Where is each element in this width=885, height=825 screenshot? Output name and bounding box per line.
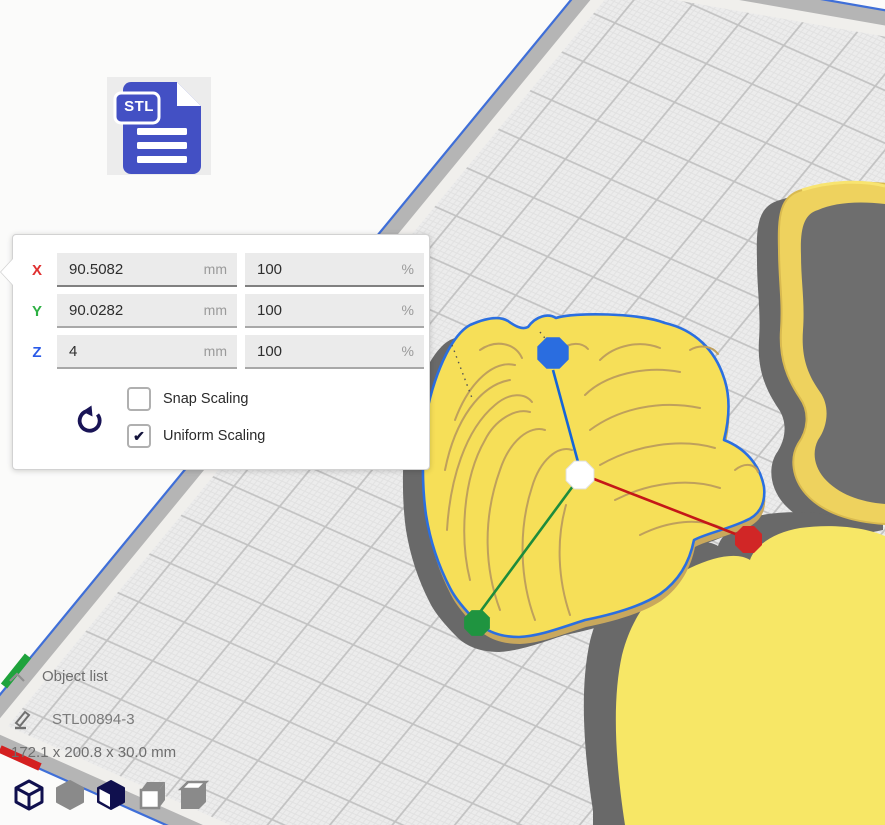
object-dimensions: 172.1 x 200.8 x 30.0 mm — [11, 744, 176, 761]
pencil-icon — [12, 708, 32, 730]
unit-mm-label: mm — [204, 302, 227, 318]
panel-pointer — [1, 259, 13, 285]
unit-percent-label: % — [402, 302, 414, 318]
stl-document-icon — [107, 77, 211, 175]
unit-mm-label: mm — [204, 343, 227, 359]
snap-scaling-label: Snap Scaling — [163, 391, 248, 407]
unit-percent-label: % — [402, 261, 414, 277]
scale-row-y: Y 90.0282 mm 100 % — [13, 294, 424, 328]
object-list-title: Object list — [42, 668, 108, 685]
snap-scaling-row: Snap Scaling — [127, 387, 248, 411]
view-3d-button[interactable] — [12, 778, 46, 812]
axis-x-label: X — [29, 262, 45, 279]
uniform-scaling-row: ✔ Uniform Scaling — [127, 424, 265, 448]
scale-x-mm-input[interactable]: 90.5082 mm — [57, 253, 237, 287]
scale-row-x: X 90.5082 mm 100 % — [13, 253, 424, 287]
scale-handle-z[interactable] — [537, 337, 568, 368]
scale-handle-x[interactable] — [735, 526, 762, 553]
scale-handle-y[interactable] — [464, 610, 490, 636]
reset-icon — [73, 403, 107, 437]
unit-percent-label: % — [402, 343, 414, 359]
reset-scale-button[interactable] — [73, 403, 107, 437]
axis-z-label: Z — [29, 344, 45, 361]
snap-scaling-checkbox[interactable] — [127, 387, 151, 411]
unit-mm-label: mm — [204, 261, 227, 277]
scale-y-mm-input[interactable]: 90.0282 mm — [57, 294, 237, 328]
uniform-scaling-label: Uniform Scaling — [163, 428, 265, 444]
object-list-header[interactable]: Object list — [8, 668, 108, 685]
object-list-item[interactable]: STL00894-3 — [12, 708, 135, 730]
cube-left-face-icon — [94, 778, 128, 812]
stl-badge-label: STL — [119, 98, 159, 115]
view-right-button[interactable] — [176, 778, 210, 812]
scale-z-percent-input[interactable]: 100 % — [245, 335, 424, 369]
cube-top-face-icon — [176, 778, 210, 812]
uniform-scaling-checkmark: ✔ — [133, 428, 145, 445]
cube-solid-icon — [53, 778, 87, 812]
view-front-button[interactable] — [53, 778, 87, 812]
cura-window: { "file_icon": { "label": "STL" }, "scal… — [0, 0, 885, 825]
camera-view-toolbar — [12, 778, 210, 812]
stl-file-icon[interactable]: STL — [107, 77, 211, 175]
cube-front-face-icon — [135, 778, 169, 812]
chevron-up-icon — [8, 670, 26, 684]
scale-handle-center[interactable] — [566, 461, 594, 489]
scale-row-z: Z 4 mm 100 % — [13, 335, 424, 369]
axis-y-label: Y — [29, 303, 45, 320]
model-cookie-cutter[interactable] — [779, 182, 885, 524]
object-item-name: STL00894-3 — [52, 711, 135, 728]
scale-z-mm-input[interactable]: 4 mm — [57, 335, 237, 369]
scale-tool-panel: X 90.5082 mm 100 % Y 90.0282 mm 100 % Z … — [12, 234, 430, 470]
uniform-scaling-checkbox[interactable]: ✔ — [127, 424, 151, 448]
scale-y-percent-input[interactable]: 100 % — [245, 294, 424, 328]
view-top-button[interactable] — [135, 778, 169, 812]
cube-wireframe-icon — [12, 778, 46, 812]
scale-x-percent-input[interactable]: 100 % — [245, 253, 424, 287]
view-left-button[interactable] — [94, 778, 128, 812]
